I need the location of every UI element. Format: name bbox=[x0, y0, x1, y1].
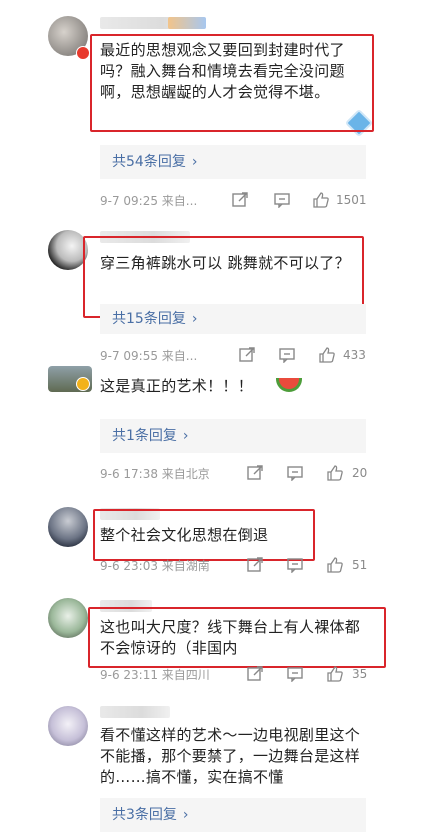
username[interactable] bbox=[100, 600, 152, 612]
replies-count: 共15条回复 bbox=[112, 311, 186, 327]
username[interactable] bbox=[100, 508, 160, 520]
share-icon[interactable] bbox=[238, 347, 256, 363]
comment-text: 这也叫大尺度？线下舞台上有人裸体都不会惊讶的（非国内 bbox=[100, 618, 361, 657]
chevron-right-icon: › bbox=[182, 428, 189, 444]
share-icon[interactable] bbox=[246, 666, 264, 682]
timestamp: 9-6 23:03 来自湖南 bbox=[100, 559, 210, 573]
like-count: 51 bbox=[352, 558, 368, 572]
like-count: 433 bbox=[343, 348, 366, 362]
comment-icon[interactable] bbox=[286, 557, 304, 573]
comment-text: 整个社会文化思想在倒退 bbox=[100, 526, 269, 544]
like-icon[interactable] bbox=[326, 666, 344, 682]
chevron-right-icon: › bbox=[182, 807, 189, 823]
comment-text: 穿三角裤跳水可以 跳舞就不可以了？ bbox=[100, 254, 350, 272]
replies-button[interactable]: 共3条回复 › bbox=[100, 798, 366, 832]
comment-icon[interactable] bbox=[286, 666, 304, 682]
share-icon[interactable] bbox=[246, 465, 264, 481]
comment-item: 这也叫大尺度？线下舞台上有人裸体都不会惊讶的（非国内 9-6 23:11 来自四… bbox=[0, 590, 434, 690]
timestamp: 9-7 09:25 来自... bbox=[100, 194, 198, 208]
replies-button[interactable]: 共1条回复 › bbox=[100, 419, 366, 453]
comment-meta: 9-6 23:03 来自湖南 51 bbox=[100, 557, 372, 575]
avatar[interactable] bbox=[48, 230, 88, 270]
avatar[interactable] bbox=[48, 507, 88, 547]
like-count: 35 bbox=[352, 667, 368, 681]
avatar[interactable] bbox=[48, 598, 88, 638]
comment-item: 看不懂这样的艺术～一边电视剧里这个不能播，那个要禁了，一边舞台是这样的……搞不懂… bbox=[0, 700, 434, 833]
like-count: 1501 bbox=[336, 193, 367, 207]
share-icon[interactable] bbox=[231, 192, 249, 208]
avatar[interactable] bbox=[48, 706, 88, 746]
emoji-sticker-icon bbox=[344, 108, 374, 138]
username[interactable] bbox=[100, 231, 190, 243]
comment-item: 这是真正的艺术！！！ 共1条回复 › 9-6 17:38 来自北京 20 bbox=[0, 362, 434, 497]
chevron-right-icon: › bbox=[191, 311, 198, 327]
timestamp: 9-6 17:38 来自北京 bbox=[100, 467, 210, 481]
comment-item: 整个社会文化思想在倒退 9-6 23:03 来自湖南 51 bbox=[0, 497, 434, 587]
like-icon[interactable] bbox=[318, 347, 336, 363]
comment-meta: 9-6 17:38 来自北京 20 bbox=[100, 465, 372, 483]
comment-list: 最近的思想观念又要回到封建时代了吗？融入舞台和情境去看完全没问题啊，思想龌龊的人… bbox=[0, 0, 434, 833]
like-icon[interactable] bbox=[326, 465, 344, 481]
comment-meta: 9-6 23:11 来自四川 35 bbox=[100, 666, 372, 684]
replies-count: 共54条回复 bbox=[112, 154, 186, 170]
like-icon[interactable] bbox=[312, 192, 330, 208]
vip-badge-icon bbox=[76, 46, 90, 60]
comment-text: 看不懂这样的艺术～一边电视剧里这个不能播，那个要禁了，一边舞台是这样的……搞不懂… bbox=[100, 726, 361, 786]
replies-button[interactable]: 共54条回复 › bbox=[100, 145, 366, 179]
username[interactable] bbox=[100, 706, 170, 718]
comment-item: 穿三角裤跳水可以 跳舞就不可以了？ 共15条回复 › 9-7 09:55 来自..… bbox=[0, 220, 434, 370]
timestamp: 9-6 23:11 来自四川 bbox=[100, 668, 210, 682]
comment-text: 最近的思想观念又要回到封建时代了吗？融入舞台和情境去看完全没问题啊，思想龌龊的人… bbox=[100, 41, 345, 101]
user-level-badge bbox=[168, 17, 206, 29]
comment-icon[interactable] bbox=[286, 465, 304, 481]
comment-icon[interactable] bbox=[273, 192, 291, 208]
comment-text: 这是真正的艺术！！！ bbox=[100, 377, 254, 395]
comment-item: 最近的思想观念又要回到封建时代了吗？融入舞台和情境去看完全没问题啊，思想龌龊的人… bbox=[0, 0, 434, 220]
like-icon[interactable] bbox=[326, 557, 344, 573]
chevron-right-icon: › bbox=[191, 154, 198, 170]
share-icon[interactable] bbox=[246, 557, 264, 573]
replies-button[interactable]: 共15条回复 › bbox=[100, 304, 366, 334]
like-count: 20 bbox=[352, 466, 368, 480]
replies-count: 共3条回复 bbox=[112, 807, 177, 823]
replies-count: 共1条回复 bbox=[112, 428, 177, 444]
comment-meta: 9-7 09:25 来自... 1501 bbox=[100, 192, 372, 210]
comment-icon[interactable] bbox=[278, 347, 296, 363]
verified-badge-icon bbox=[76, 377, 90, 391]
